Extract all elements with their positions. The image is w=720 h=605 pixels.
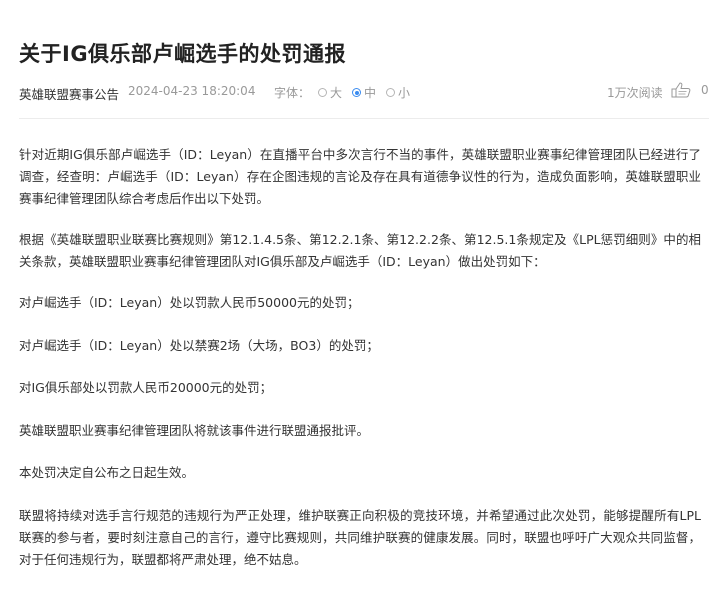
- paragraph-penalty-fine-player: 对卢崛选手（ID：Leyan）处以罚款人民币50000元的处罚；: [19, 295, 360, 310]
- font-size-small-option[interactable]: 小: [386, 84, 410, 101]
- thumbs-up-icon: [671, 82, 691, 98]
- font-size-selector: 字体： 大 中 小: [274, 84, 420, 101]
- font-size-medium-label: 中: [364, 86, 377, 100]
- paragraph-penalty-ban: 对卢崛选手（ID：Leyan）处以禁赛2场（大场，BO3）的处罚；: [19, 338, 379, 353]
- paragraph-public-criticism: 英雄联盟职业赛事纪律管理团队将就该事件进行联盟通报批评。: [19, 423, 370, 438]
- publish-date: 2024-04-23 18:20:04: [128, 84, 256, 98]
- article-page: 关于IG俱乐部卢崛选手的处罚通报 英雄联盟赛事公告 2024-04-23 18:…: [0, 0, 720, 605]
- font-size-small-label: 小: [398, 86, 411, 100]
- header-divider: [19, 118, 709, 119]
- font-size-large-label: 大: [330, 86, 343, 100]
- paragraph-penalty-fine-club: 对IG俱乐部处以罚款人民币20000元的处罚；: [19, 380, 273, 395]
- paragraph-closing: 联盟将持续对选手言行规范的违规行为严正处理，维护联赛正向积极的竞技环境，并希望通…: [19, 508, 701, 567]
- article-meta: 英雄联盟赛事公告 2024-04-23 18:20:04 字体： 大 中 小 1…: [19, 82, 709, 102]
- like-count: 0: [701, 83, 709, 97]
- font-size-label: 字体：: [274, 86, 311, 100]
- like-button[interactable]: 0: [671, 82, 709, 98]
- font-size-large-option[interactable]: 大: [318, 84, 342, 101]
- radio-checked-icon: [352, 88, 362, 97]
- author-name[interactable]: 英雄联盟赛事公告: [19, 84, 119, 103]
- read-count: 1万次阅读: [607, 86, 663, 100]
- paragraph-basis: 根据《英雄联盟职业联赛比赛规则》第12.1.4.5条、第12.2.1条、第12.…: [19, 232, 701, 269]
- radio-unchecked-icon: [318, 88, 328, 97]
- paragraph-intro: 针对近期IG俱乐部卢崛选手（ID：Leyan）在直播平台中多次言行不当的事件，英…: [19, 147, 701, 206]
- font-size-medium-option[interactable]: 中: [352, 84, 376, 101]
- page-title: 关于IG俱乐部卢崛选手的处罚通报: [19, 42, 347, 66]
- paragraph-effective: 本处罚决定自公布之日起生效。: [19, 465, 195, 480]
- radio-unchecked-icon: [386, 88, 396, 97]
